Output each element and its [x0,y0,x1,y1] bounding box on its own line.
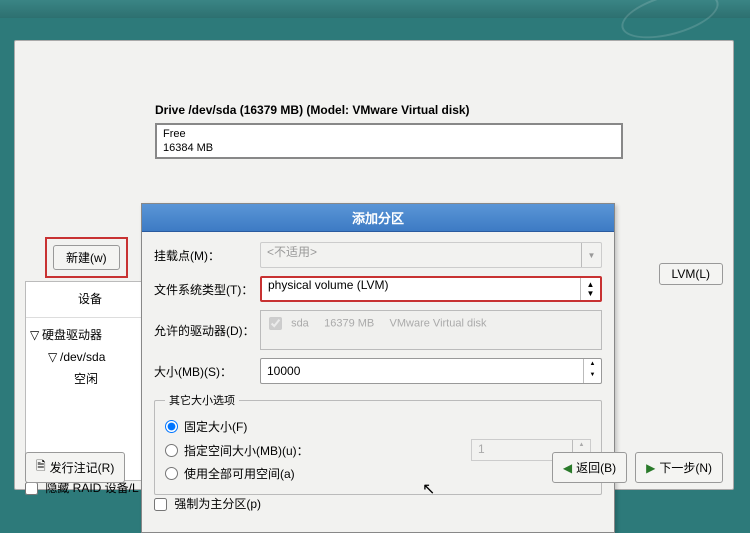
new-button[interactable]: 新建(w) [53,245,120,270]
updown-icon[interactable]: ▲▼ [580,278,600,300]
lvm-button[interactable]: LVM(L) [659,263,723,285]
tree-root[interactable]: ▽硬盘驱动器 [30,324,150,346]
partitioning-window: Drive /dev/sda (16379 MB) (Model: VMware… [14,40,734,490]
add-partition-dialog: 添加分区 挂载点(M)： <不适用> ▼ 文件系统类型(T)： physical… [141,203,615,533]
arrow-right-icon: ▶ [646,461,655,475]
drive-title: Drive /dev/sda (16379 MB) (Model: VMware… [155,103,721,117]
chevron-down-icon: ▼ [581,243,601,267]
allowed-drives-list: sda 16379 MB VMware Virtual disk [260,310,602,350]
device-tree-header: 设备 [26,282,154,318]
opt-fixed[interactable]: 固定大小(F) [165,418,591,435]
release-notes-button[interactable]: 🗎 发行注记(R) [25,452,125,483]
new-button-highlight: 新建(w) [45,237,128,278]
size-spinner[interactable]: ▲▼ [583,359,601,383]
arrow-left-icon: ◀ [563,461,572,475]
next-button[interactable]: ▶ 下一步(N) [635,452,723,483]
drive-sda-checkbox [269,317,282,330]
doc-icon: 🗎 [36,457,46,478]
size-input[interactable]: 10000 ▲▼ [260,358,602,384]
free-label: Free [163,127,615,141]
fs-type-label: 文件系统类型(T)： [154,281,260,298]
drive-free-box: Free 16384 MB [155,123,623,159]
hide-raid-input[interactable] [25,482,38,495]
tree-free[interactable]: 空闲 [30,368,150,390]
device-tree-panel: 设备 ▽硬盘驱动器 ▽/dev/sda 空闲 [25,281,155,481]
fs-type-select[interactable]: physical volume (LVM) ▲▼ [260,276,602,302]
back-button[interactable]: ◀ 返回(B) [552,452,627,483]
tree-dev-sda[interactable]: ▽/dev/sda [30,346,150,368]
drives-label: 允许的驱动器(D)： [154,322,260,339]
mount-point-select: <不适用> ▼ [260,242,602,268]
size-label: 大小(MB)(S)： [154,363,260,380]
size-options-legend: 其它大小选项 [165,392,239,408]
mount-point-label: 挂载点(M)： [154,247,260,264]
force-primary-checkbox[interactable]: 强制为主分区(p) [154,497,261,511]
dialog-title: 添加分区 [142,204,614,232]
free-size: 16384 MB [163,141,615,155]
